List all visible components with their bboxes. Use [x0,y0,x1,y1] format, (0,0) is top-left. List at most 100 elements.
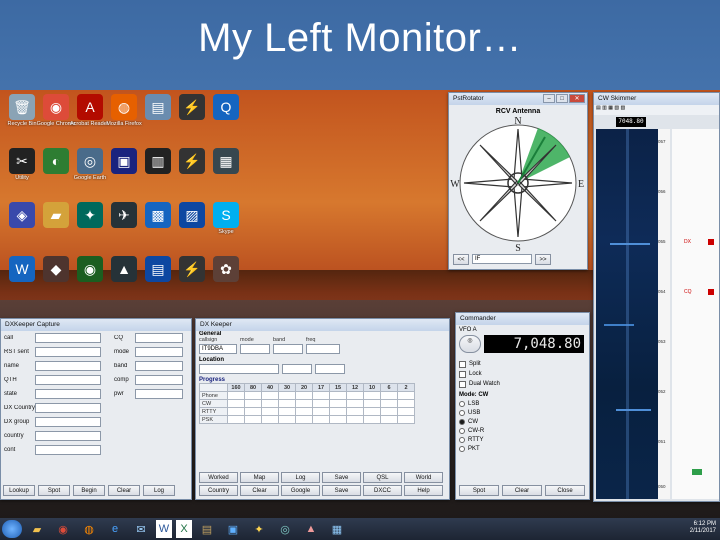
band-field[interactable] [273,344,303,354]
progress-cell[interactable] [397,415,415,424]
desktop-icon[interactable]: Q [206,94,246,121]
dx-button[interactable]: Log [281,472,320,483]
freq-field[interactable] [306,344,340,354]
skimmer-menubar[interactable]: ▤ ▥ ▦ ▧ ▨ [594,105,719,115]
frequency-display[interactable]: 7,048.80 [484,335,584,353]
progress-cell[interactable] [244,415,262,424]
progress-cell[interactable] [227,415,245,424]
checkbox[interactable] [459,380,466,388]
close-button[interactable]: ✕ [569,94,585,103]
progress-cell[interactable] [295,415,313,424]
dx-button[interactable]: Worked [199,472,238,483]
app-icon[interactable]: ▲ [300,520,322,538]
capture-titlebar[interactable]: DXKeeper Capture [1,319,191,331]
maximize-button[interactable]: □ [556,94,568,103]
capture-input[interactable] [135,347,183,357]
progress-cell[interactable] [244,407,262,416]
progress-cell[interactable] [363,391,381,400]
desktop-icon[interactable]: ▦ [206,148,246,175]
progress-cell[interactable] [261,407,279,416]
progress-cell[interactable] [261,391,279,400]
dx-button[interactable]: Help [404,485,443,496]
radio-check-row[interactable]: Lock [459,369,586,379]
location-field[interactable] [199,364,279,374]
progress-cell[interactable] [363,399,381,408]
capture-window[interactable]: DXKeeper Capture call RST sent name QTH stat… [0,318,192,500]
capture-input[interactable] [35,347,101,357]
progress-cell[interactable] [278,399,296,408]
progress-cell[interactable] [346,391,364,400]
rotor-next-button[interactable]: >> [535,254,551,265]
progress-cell[interactable] [380,407,398,416]
explorer-icon[interactable]: ▰ [26,520,48,538]
progress-cell[interactable] [227,391,245,400]
mode-option[interactable]: RTTY [459,435,523,444]
app-icon[interactable]: ▣ [222,520,244,538]
skimmer-mark[interactable]: CQ [684,289,692,295]
progress-cell[interactable] [329,407,347,416]
dx-button[interactable]: Country [199,485,238,496]
progress-cell[interactable] [397,391,415,400]
waterfall-display[interactable] [596,129,658,499]
dx-button[interactable]: Save [322,485,361,496]
app-icon[interactable]: ◎ [274,520,296,538]
desktop-icon[interactable]: ✿ [206,256,246,283]
radio-button[interactable] [459,400,465,407]
rotor-titlebar[interactable]: PstRotator – □ ✕ [449,93,587,105]
mode-option[interactable]: USB [459,408,523,417]
radio-check-row[interactable]: Split [459,359,586,369]
capture-button[interactable]: Begin [73,485,105,496]
app-icon[interactable]: ▦ [326,520,348,538]
progress-cell[interactable] [380,399,398,408]
progress-cell[interactable] [278,415,296,424]
ie-icon[interactable]: e [104,520,126,538]
chrome-icon[interactable]: ◉ [52,520,74,538]
progress-cell[interactable] [346,415,364,424]
progress-cell[interactable] [380,415,398,424]
compass-rose[interactable]: N S W E [449,115,587,255]
capture-input[interactable] [35,417,101,427]
capture-button[interactable]: Log [143,485,175,496]
radio-button[interactable] [459,445,465,452]
vfo-knob[interactable]: ◎ [459,335,481,353]
progress-cell[interactable] [363,407,381,416]
progress-cell[interactable] [329,415,347,424]
progress-cell[interactable] [312,391,330,400]
firefox-icon[interactable]: ◍ [78,520,100,538]
capture-button[interactable]: Lookup [3,485,35,496]
progress-cell[interactable] [295,407,313,416]
system-clock[interactable]: 6:12 PM 2/11/2017 [690,521,716,535]
capture-input[interactable] [135,375,183,385]
book-icon[interactable]: ▤ [196,520,218,538]
capture-button[interactable]: Clear [108,485,140,496]
progress-cell[interactable] [363,415,381,424]
capture-input[interactable] [135,333,183,343]
mode-option[interactable]: CW-R [459,426,523,435]
progress-cell[interactable] [261,415,279,424]
progress-cell[interactable] [261,399,279,408]
minimize-button[interactable]: – [543,94,555,103]
progress-cell[interactable] [227,407,245,416]
app-icon[interactable]: ✦ [248,520,270,538]
capture-input[interactable] [35,403,101,413]
progress-cell[interactable] [397,407,415,416]
radio-button[interactable] [459,409,465,416]
state-field[interactable] [315,364,345,374]
progress-cell[interactable] [312,407,330,416]
rotor-source-select[interactable]: IF [472,254,532,264]
dx-button[interactable]: DXCC [363,485,402,496]
capture-input[interactable] [35,375,101,385]
progress-cell[interactable] [312,415,330,424]
progress-cell[interactable] [278,391,296,400]
capture-input[interactable] [35,389,101,399]
desktop-icon[interactable]: S Skype [206,202,246,235]
radio-button-action[interactable]: Close [545,485,585,496]
radio-button[interactable] [459,418,465,425]
progress-cell[interactable] [295,399,313,408]
progress-cell[interactable] [312,399,330,408]
radio-check-row[interactable]: Dual Watch [459,379,586,389]
dx-button[interactable]: Clear [240,485,279,496]
capture-input[interactable] [135,389,183,399]
rotor-window[interactable]: PstRotator – □ ✕ RCV Antenna NS WE << IF… [448,92,588,270]
radio-button-action[interactable]: Clear [502,485,542,496]
